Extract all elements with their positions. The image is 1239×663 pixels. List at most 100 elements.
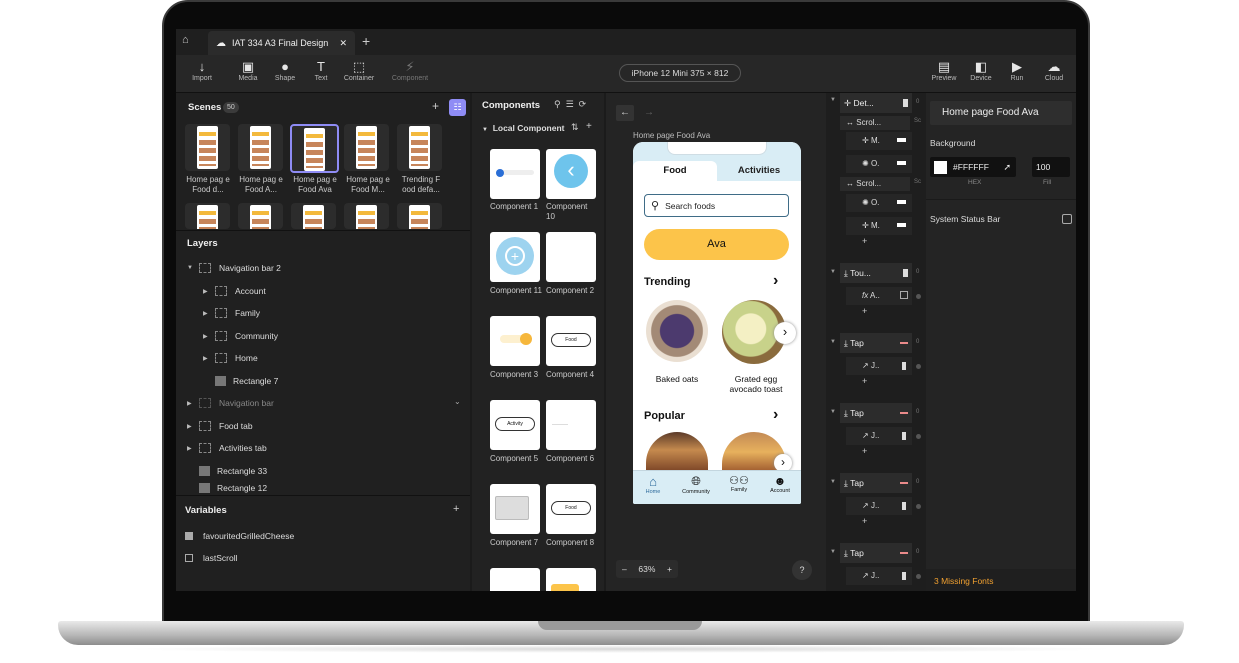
node-move[interactable]: ✛ M. — [846, 217, 912, 235]
component-thumb-2[interactable] — [546, 232, 596, 282]
caret-right-icon[interactable]: ▶ — [203, 355, 215, 362]
search-input[interactable]: ⚲ Search foods — [644, 194, 789, 217]
hex-input[interactable]: #FFFFFF ➚ — [930, 157, 1016, 177]
scene-thumb-1[interactable] — [185, 124, 230, 171]
variable-item[interactable]: lastScroll — [185, 548, 237, 568]
node-jump[interactable]: ↗ J.. — [846, 567, 912, 585]
layer-item[interactable]: Rectangle 7 — [215, 371, 278, 391]
caret-right-icon[interactable]: ▶ — [187, 423, 199, 430]
caret-down-icon[interactable]: ▼ — [187, 265, 199, 271]
component-thumb-partial[interactable] — [546, 568, 596, 591]
chevron-right-icon[interactable]: › — [773, 406, 778, 424]
node-tap[interactable]: ⤓ Tap — [840, 403, 912, 423]
layer-item[interactable]: ▶ Activities tab — [187, 438, 267, 458]
component-button[interactable]: ⚡ Component — [388, 59, 432, 82]
scene-thumb-6[interactable] — [185, 203, 230, 229]
node-opacity[interactable]: ✺ O. — [846, 194, 912, 212]
collapse-caret[interactable]: ▼ — [830, 409, 836, 415]
component-thumb-7[interactable] — [490, 484, 540, 534]
file-tab[interactable]: ☁ IAT 334 A3 Final Design ✕ — [208, 31, 355, 55]
layer-item[interactable]: ▼ Navigation bar 2 — [187, 258, 281, 278]
forward-arrow-icon[interactable]: → — [640, 105, 658, 121]
caret-right-icon[interactable]: ▶ — [203, 333, 215, 340]
node-tap[interactable]: ⤓ Tap — [840, 333, 912, 353]
scene-thumb-10[interactable] — [397, 203, 442, 229]
nav-home[interactable]: ⌂ Home — [639, 474, 667, 495]
missing-fonts-warning[interactable]: 3 Missing Fonts — [934, 576, 994, 586]
node-function[interactable]: fx A.. — [846, 287, 912, 305]
help-button[interactable]: ? — [792, 560, 812, 580]
tab-activities[interactable]: Activities — [717, 161, 801, 183]
component-thumb-1[interactable] — [490, 149, 540, 199]
component-thumb-3[interactable] — [490, 316, 540, 366]
collapse-caret[interactable]: ▼ — [830, 97, 836, 103]
close-icon[interactable]: ✕ — [339, 38, 347, 49]
chevron-down-icon[interactable]: ⌄ — [454, 397, 461, 406]
add-scene-button[interactable]: + — [432, 99, 439, 113]
add-component-button[interactable]: + — [586, 121, 592, 132]
component-thumb-8[interactable]: Food — [546, 484, 596, 534]
pancakes-image[interactable] — [646, 432, 708, 472]
zoom-in-button[interactable]: + — [667, 564, 672, 574]
status-bar-checkbox[interactable] — [1062, 214, 1072, 224]
layer-item[interactable]: ▶ Community — [203, 326, 278, 346]
local-component-header[interactable]: ▼ Local Component — [482, 123, 564, 133]
nav-account[interactable]: ☻ Account — [765, 474, 795, 494]
node-jump[interactable]: ↗ J.. — [846, 497, 912, 515]
layer-item[interactable]: ▶ Home — [203, 348, 258, 368]
phone-preview[interactable]: Food Activities ⚲ Search foods Ava Trendi… — [633, 142, 801, 504]
collapse-caret[interactable]: ▼ — [830, 339, 836, 345]
variable-item[interactable]: favouritedGrilledCheese — [185, 526, 294, 546]
layer-item[interactable]: Rectangle 12 — [199, 483, 267, 495]
caret-right-icon[interactable]: ▶ — [187, 400, 199, 407]
node-tap[interactable]: ⤓ Tap — [840, 543, 912, 563]
scene-view-toggle[interactable]: ☷ — [449, 99, 466, 116]
device-selector[interactable]: iPhone 12 Mini 375 × 812 — [619, 64, 741, 82]
node-scroll[interactable]: ↔ Scrol... — [840, 177, 910, 191]
layer-item[interactable]: ▶ Navigation bar — [187, 393, 274, 413]
sort-icon[interactable]: ⇅ — [571, 122, 579, 133]
node-detect[interactable]: ✛ Det... — [840, 93, 912, 113]
baked-oats-image[interactable] — [646, 300, 708, 362]
add-node-button[interactable]: + — [862, 446, 867, 456]
layer-item[interactable]: ▶ Food tab — [187, 416, 253, 436]
scene-thumb-7[interactable] — [238, 203, 283, 229]
add-node-button[interactable]: + — [862, 306, 867, 316]
add-node-button[interactable]: + — [862, 516, 867, 526]
add-node-button[interactable]: + — [862, 376, 867, 386]
add-variable-button[interactable]: + — [453, 503, 459, 515]
add-node-button[interactable]: + — [862, 236, 867, 246]
component-thumb-10[interactable]: ‹ — [546, 149, 596, 199]
component-thumb-5[interactable]: Activity — [490, 400, 540, 450]
layer-item[interactable]: ▶ Account — [203, 281, 266, 301]
scene-thumb-9[interactable] — [344, 203, 389, 229]
component-thumb-4[interactable]: Food — [546, 316, 596, 366]
node-jump[interactable]: ↗ J.. — [846, 427, 912, 445]
nav-community[interactable]: 🌐︎ Community — [679, 474, 713, 495]
new-tab-button[interactable]: + — [362, 33, 370, 49]
color-swatch[interactable] — [934, 160, 947, 174]
caret-right-icon[interactable]: ▶ — [187, 445, 199, 452]
node-jump[interactable]: ↗ J.. — [846, 357, 912, 375]
scene-thumb-8[interactable] — [291, 203, 336, 229]
node-scroll[interactable]: ↔ Scrol... — [840, 116, 910, 130]
eyedropper-icon[interactable]: ➚ — [1003, 162, 1011, 173]
component-thumb-6[interactable] — [546, 400, 596, 450]
layer-item[interactable]: Rectangle 33 — [199, 461, 267, 481]
carousel-next-icon[interactable]: › — [774, 322, 796, 344]
node-move[interactable]: ✛ M. — [846, 132, 912, 150]
layer-item[interactable]: ▶ Family — [203, 303, 260, 323]
collapse-caret[interactable]: ▼ — [830, 479, 836, 485]
caret-right-icon[interactable]: ▶ — [203, 288, 215, 295]
container-button[interactable]: ⬚ Container — [337, 59, 381, 82]
home-icon[interactable]: ⌂ — [182, 34, 198, 50]
scene-thumb-3[interactable] — [290, 124, 339, 173]
node-opacity[interactable]: ✺ O. — [846, 155, 912, 173]
zoom-control[interactable]: – 63% + — [616, 560, 678, 578]
tab-food[interactable]: Food — [633, 161, 717, 183]
back-arrow-icon[interactable]: ← — [616, 105, 634, 121]
zoom-out-button[interactable]: – — [622, 564, 627, 574]
scene-thumb-5[interactable] — [397, 124, 442, 171]
component-tools[interactable]: ⚲☰⟳ — [554, 99, 591, 110]
caret-right-icon[interactable]: ▶ — [203, 310, 215, 317]
